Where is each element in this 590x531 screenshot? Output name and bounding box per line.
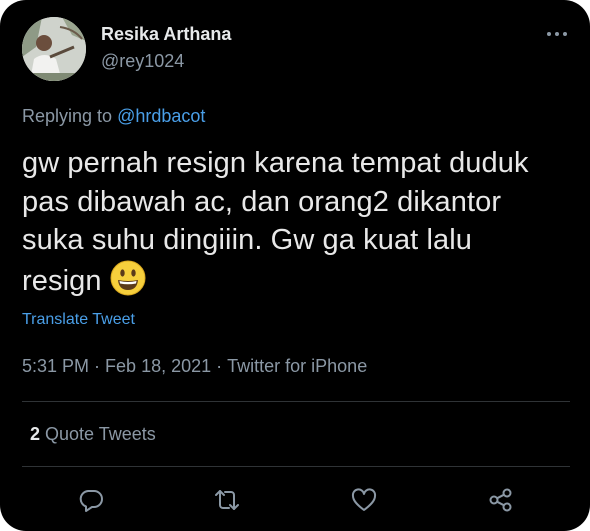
replying-to: Replying to @hrdbacot: [22, 106, 205, 127]
reply-mention-link[interactable]: @hrdbacot: [117, 106, 205, 126]
separator-dot: ·: [216, 356, 223, 376]
avatar[interactable]: [22, 17, 86, 81]
tweet-card: Resika Arthana @rey1024 Replying to @hrd…: [0, 0, 590, 531]
display-name[interactable]: Resika Arthana: [101, 24, 231, 45]
quote-tweets-stat[interactable]: 2 Quote Tweets: [30, 424, 156, 445]
tweet-text-line-last: resign: [22, 260, 570, 307]
tweet-text-line: gw pernah resign karena tempat duduk: [22, 147, 529, 179]
retweet-icon[interactable]: [213, 486, 241, 514]
separator-dot: ·: [94, 356, 101, 376]
user-handle[interactable]: @rey1024: [101, 51, 184, 72]
tweet-text-line: pas dibawah ac, dan orang2 dikantor: [22, 185, 502, 218]
quote-label: Quote Tweets: [45, 424, 156, 444]
tweet-text: gw pernah resign karena tempat duduk pas…: [22, 144, 570, 306]
divider: [22, 401, 570, 402]
grinning-face-emoji-icon: [110, 260, 146, 307]
tweet-date[interactable]: Feb 18, 2021: [105, 356, 211, 376]
tweet-source[interactable]: Twitter for iPhone: [227, 356, 367, 376]
divider: [22, 466, 570, 467]
replying-to-label: Replying to: [22, 106, 113, 126]
share-icon[interactable]: [487, 486, 515, 514]
tweet-text-line: suka suhu dingiiin. Gw ga kuat lalu: [22, 224, 473, 256]
translate-tweet-link[interactable]: Translate Tweet: [22, 311, 135, 329]
avatar-photo: [22, 17, 86, 81]
tweet-text-line: resign: [22, 264, 102, 297]
tweet-time[interactable]: 5:31 PM: [22, 356, 89, 376]
reply-icon[interactable]: [77, 486, 105, 514]
like-icon[interactable]: [350, 486, 378, 514]
quote-count: 2: [30, 424, 41, 444]
tweet-metadata: 5:31 PM · Feb 18, 2021 · Twitter for iPhone: [22, 356, 367, 377]
more-options-icon[interactable]: [544, 22, 570, 42]
